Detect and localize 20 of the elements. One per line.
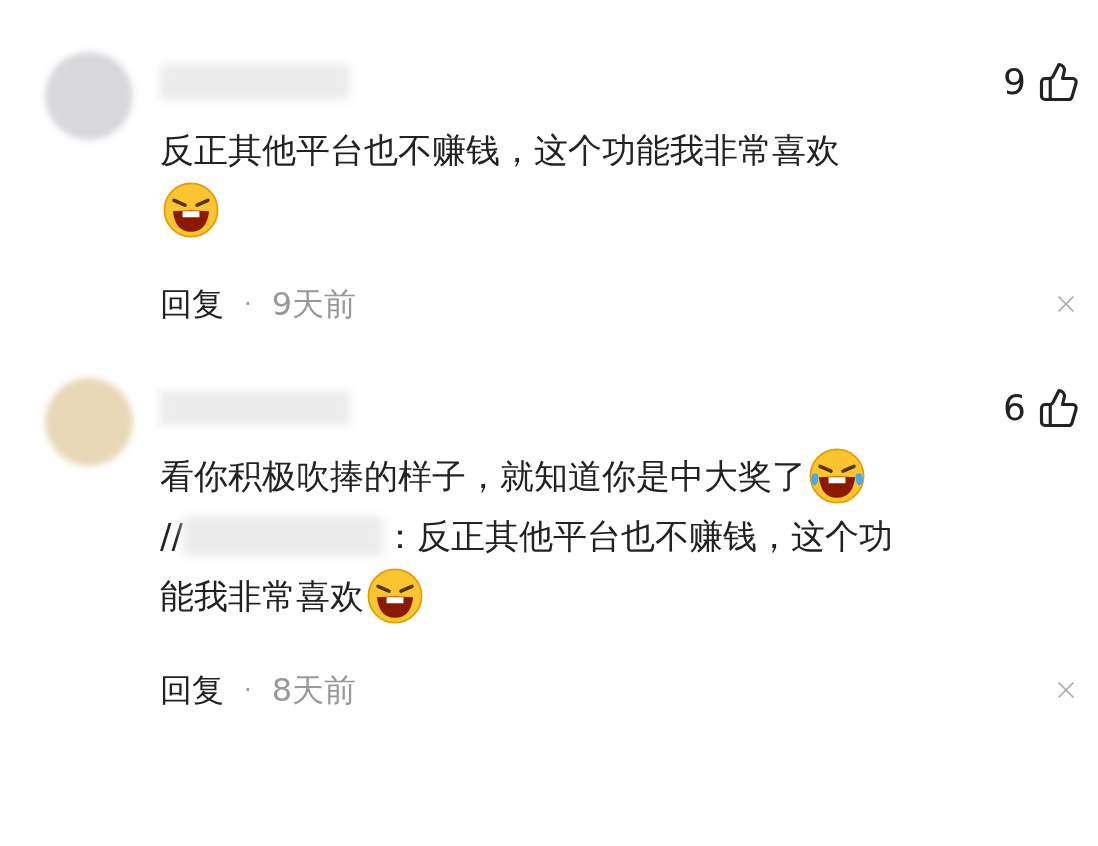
comment-text: 反正其他平台也不赚钱，这个功能我非常喜欢 bbox=[160, 129, 840, 172]
like-count: 9 bbox=[1003, 60, 1026, 104]
avatar[interactable] bbox=[45, 52, 133, 140]
comment-text: 能我非常喜欢 bbox=[160, 575, 364, 618]
laughing-emoji-icon bbox=[162, 181, 220, 239]
comment-time: 9天前 bbox=[271, 284, 356, 325]
laughing-emoji-icon bbox=[366, 567, 424, 625]
reply-link[interactable]: 回复 bbox=[160, 280, 224, 328]
comment-text: ：反正其他平台也不赚钱，这个功 bbox=[382, 515, 893, 558]
comment-time: 8天前 bbox=[271, 670, 356, 711]
thumbs-up-icon[interactable] bbox=[1038, 61, 1080, 103]
comment-text: // bbox=[160, 515, 183, 558]
separator-dot: · bbox=[244, 289, 252, 320]
separator-dot: · bbox=[244, 675, 252, 706]
thumbs-up-icon[interactable] bbox=[1038, 387, 1080, 429]
avatar[interactable] bbox=[45, 378, 133, 466]
reply-link[interactable]: 回复 bbox=[160, 666, 224, 714]
tears-of-joy-emoji-icon bbox=[808, 447, 866, 505]
comment-text: 看你积极吹捧的样子，就知道你是中大奖了 bbox=[160, 455, 806, 498]
like-count: 6 bbox=[1003, 386, 1026, 430]
